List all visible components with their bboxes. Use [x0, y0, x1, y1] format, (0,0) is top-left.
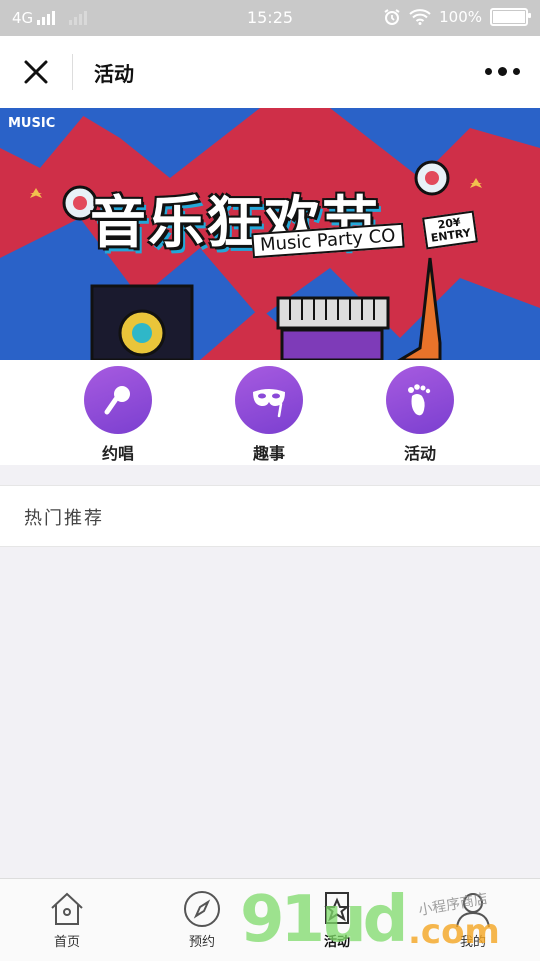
- category-huodong[interactable]: 活动: [380, 366, 460, 464]
- star-icon: [324, 892, 350, 924]
- mask-icon: [253, 389, 285, 418]
- status-right: 100%: [383, 8, 531, 26]
- badge-entry: ENTRY: [430, 226, 472, 245]
- category-label: 约唱: [101, 444, 134, 463]
- hot-recommend-title: 热门推荐: [24, 508, 104, 529]
- tab-home[interactable]: 首页: [22, 887, 112, 950]
- battery-icon: [490, 8, 531, 26]
- category-label: 活动: [403, 444, 436, 463]
- compass-icon: [184, 891, 220, 927]
- footprint-icon: [408, 384, 431, 416]
- tab-booking[interactable]: 预约: [157, 887, 247, 950]
- alarm-icon: [384, 9, 400, 25]
- page-title: 活动: [94, 62, 134, 86]
- category-icon-circle: [84, 366, 152, 434]
- category-icon-circle: [235, 366, 303, 434]
- battery-percent: 100%: [439, 8, 482, 26]
- tab-label: 我的: [459, 935, 486, 950]
- bottom-tab-bar: 首页 预约 活动 我的: [0, 878, 540, 961]
- category-label: 趣事: [252, 444, 285, 463]
- category-yuechang[interactable]: 约唱: [78, 366, 158, 464]
- tab-mine[interactable]: 我的: [428, 887, 518, 950]
- tab-activity[interactable]: 活动: [292, 887, 382, 950]
- nav-divider: [72, 54, 73, 90]
- home-icon: [51, 892, 83, 925]
- category-shortcuts: 约唱 趣事 活动: [0, 360, 540, 465]
- banner-brand: MUSIC: [8, 116, 56, 131]
- tab-label: 活动: [323, 935, 350, 950]
- category-icon-circle: [386, 366, 454, 434]
- tab-label: 首页: [53, 935, 80, 950]
- music-festival-banner[interactable]: MUSIC 音乐狂欢节 Music Party CO 20¥ ENTRY: [0, 108, 540, 360]
- tab-label: 预约: [188, 935, 215, 950]
- user-icon: [456, 893, 490, 928]
- microphone-icon: [104, 386, 130, 415]
- close-icon[interactable]: [20, 56, 52, 88]
- more-dots-icon[interactable]: [485, 67, 520, 76]
- wifi-icon: [409, 9, 431, 25]
- status-bar: 4G 15:25 100%: [0, 0, 540, 36]
- navigation-bar: 活动: [0, 36, 540, 108]
- category-qushi[interactable]: 趣事: [229, 366, 309, 464]
- hot-recommend-section: 热门推荐: [0, 485, 540, 547]
